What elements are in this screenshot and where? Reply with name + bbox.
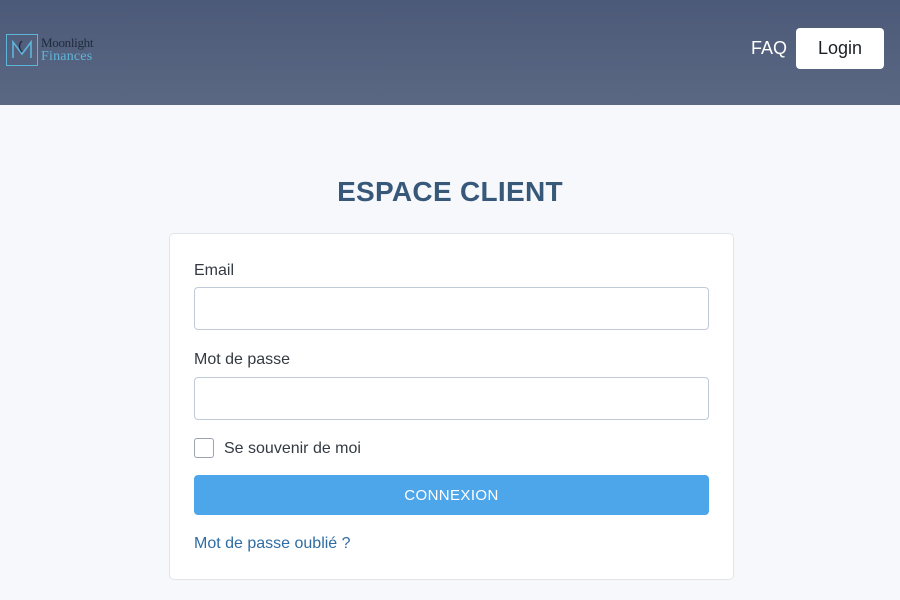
email-field[interactable] <box>194 287 709 330</box>
remember-me-label[interactable]: Se souvenir de moi <box>224 440 361 458</box>
brand-name-line1: Moonlight <box>41 35 94 50</box>
login-button[interactable]: Login <box>796 28 884 69</box>
password-label: Mot de passe <box>194 351 291 368</box>
forgot-password-link[interactable]: Mot de passe oublié ? <box>194 535 351 553</box>
connexion-button[interactable]: CONNEXION <box>194 475 709 515</box>
password-field[interactable] <box>194 377 709 420</box>
brand-name-line2: Finances <box>41 49 93 64</box>
brand-logo[interactable]: Moonlight Finances <box>6 33 94 67</box>
email-label: Email <box>194 262 235 279</box>
login-card: Email Mot de passe Se souvenir de moi CO… <box>169 233 734 580</box>
remember-me-checkbox[interactable] <box>194 438 214 458</box>
top-header: Moonlight Finances FAQ Login <box>0 0 900 105</box>
moonlight-monogram-icon <box>6 34 38 66</box>
faq-link[interactable]: FAQ <box>751 38 787 59</box>
page-title: ESPACE CLIENT <box>337 176 563 207</box>
